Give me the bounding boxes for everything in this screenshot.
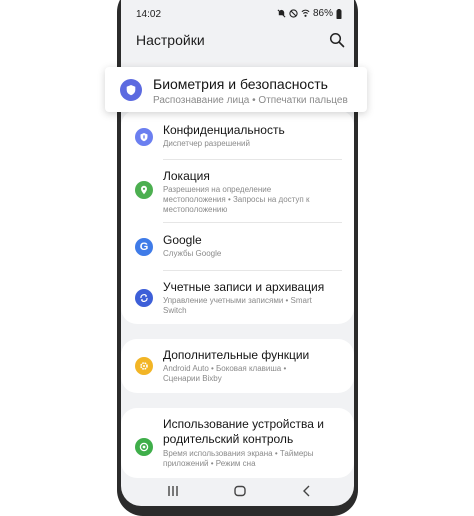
item-subtitle-line1: Управление учетными записями • Smart: [163, 296, 312, 305]
battery-icon: [336, 8, 342, 19]
item-label-line2: родительский контроль: [163, 432, 294, 446]
item-label: Google: [163, 233, 202, 247]
item-subtitle-line1: Разрешения на определение: [163, 185, 272, 194]
settings-item-digital-wellbeing[interactable]: Использование устройства и родительский …: [121, 416, 354, 472]
location-icon: [135, 181, 153, 199]
item-subtitle-line2: Switch: [163, 306, 187, 315]
dnd-icon: [289, 9, 298, 18]
battery-percent: 86%: [312, 8, 333, 19]
divider: [163, 159, 342, 160]
search-icon: [329, 32, 345, 48]
wellbeing-icon: [135, 438, 153, 456]
settings-item-accounts-backup[interactable]: Учетные записи и архивация Управление уч…: [121, 277, 354, 319]
settings-card-wellbeing: Использование устройства и родительский …: [121, 408, 354, 478]
divider: [163, 270, 342, 271]
item-subtitle-line1: Android Auto • Боковая клавиша •: [163, 364, 287, 373]
settings-item-advanced-features[interactable]: Дополнительные функции Android Auto • Бо…: [121, 347, 354, 387]
item-label: Локация: [163, 169, 210, 183]
gear-plus-icon: [135, 357, 153, 375]
status-time: 14:02: [136, 9, 162, 20]
divider: [163, 222, 342, 223]
item-subtitle: Распознавание лица • Отпечатки пальцев: [153, 95, 348, 106]
home-icon: [234, 485, 246, 497]
sync-icon: [135, 289, 153, 307]
item-subtitle: Службы Google: [163, 249, 222, 258]
settings-card-main: Конфиденциальность Диспетчер разрешений …: [121, 110, 354, 324]
settings-card-advanced: Дополнительные функции Android Auto • Бо…: [121, 339, 354, 393]
recents-button[interactable]: [165, 483, 181, 499]
item-label: Учетные записи и архивация: [163, 280, 325, 294]
item-label-line1: Использование устройства и: [163, 417, 324, 431]
google-icon: G: [135, 238, 153, 256]
item-label: Конфиденциальность: [163, 123, 285, 137]
back-icon: [303, 485, 310, 497]
status-bar: 14:02 86%: [121, 5, 354, 23]
recents-icon: [168, 486, 178, 496]
page-title: Настройки: [136, 32, 205, 48]
privacy-icon: [135, 128, 153, 146]
item-subtitle-line2: приложений • Режим сна: [163, 459, 256, 468]
back-button[interactable]: [299, 483, 315, 499]
silent-icon: [277, 9, 286, 18]
navigation-bar: [121, 478, 354, 504]
search-button[interactable]: [329, 32, 345, 48]
item-label: Биометрия и безопасность: [153, 76, 328, 92]
item-subtitle-line1: Время использования экрана • Таймеры: [163, 449, 314, 458]
item-label: Дополнительные функции: [163, 348, 310, 362]
item-subtitle: Диспетчер разрешений: [163, 139, 250, 148]
settings-item-location[interactable]: Локация Разрешения на определение местоп…: [121, 166, 354, 218]
settings-item-biometrics-security[interactable]: Биометрия и безопасность Распознавание л…: [105, 67, 367, 112]
item-subtitle-line2: местоположения • Запросы на доступ к: [163, 195, 310, 204]
item-subtitle-line2: Сценарии Bixby: [163, 374, 222, 383]
wifi-icon: [301, 9, 310, 17]
settings-item-privacy[interactable]: Конфиденциальность Диспетчер разрешений: [121, 120, 354, 158]
home-button[interactable]: [232, 483, 248, 499]
item-subtitle-line3: местоположению: [163, 205, 228, 214]
settings-item-google[interactable]: G Google Службы Google: [121, 230, 354, 266]
shield-icon: [120, 79, 142, 101]
status-icons: 86%: [277, 8, 342, 19]
